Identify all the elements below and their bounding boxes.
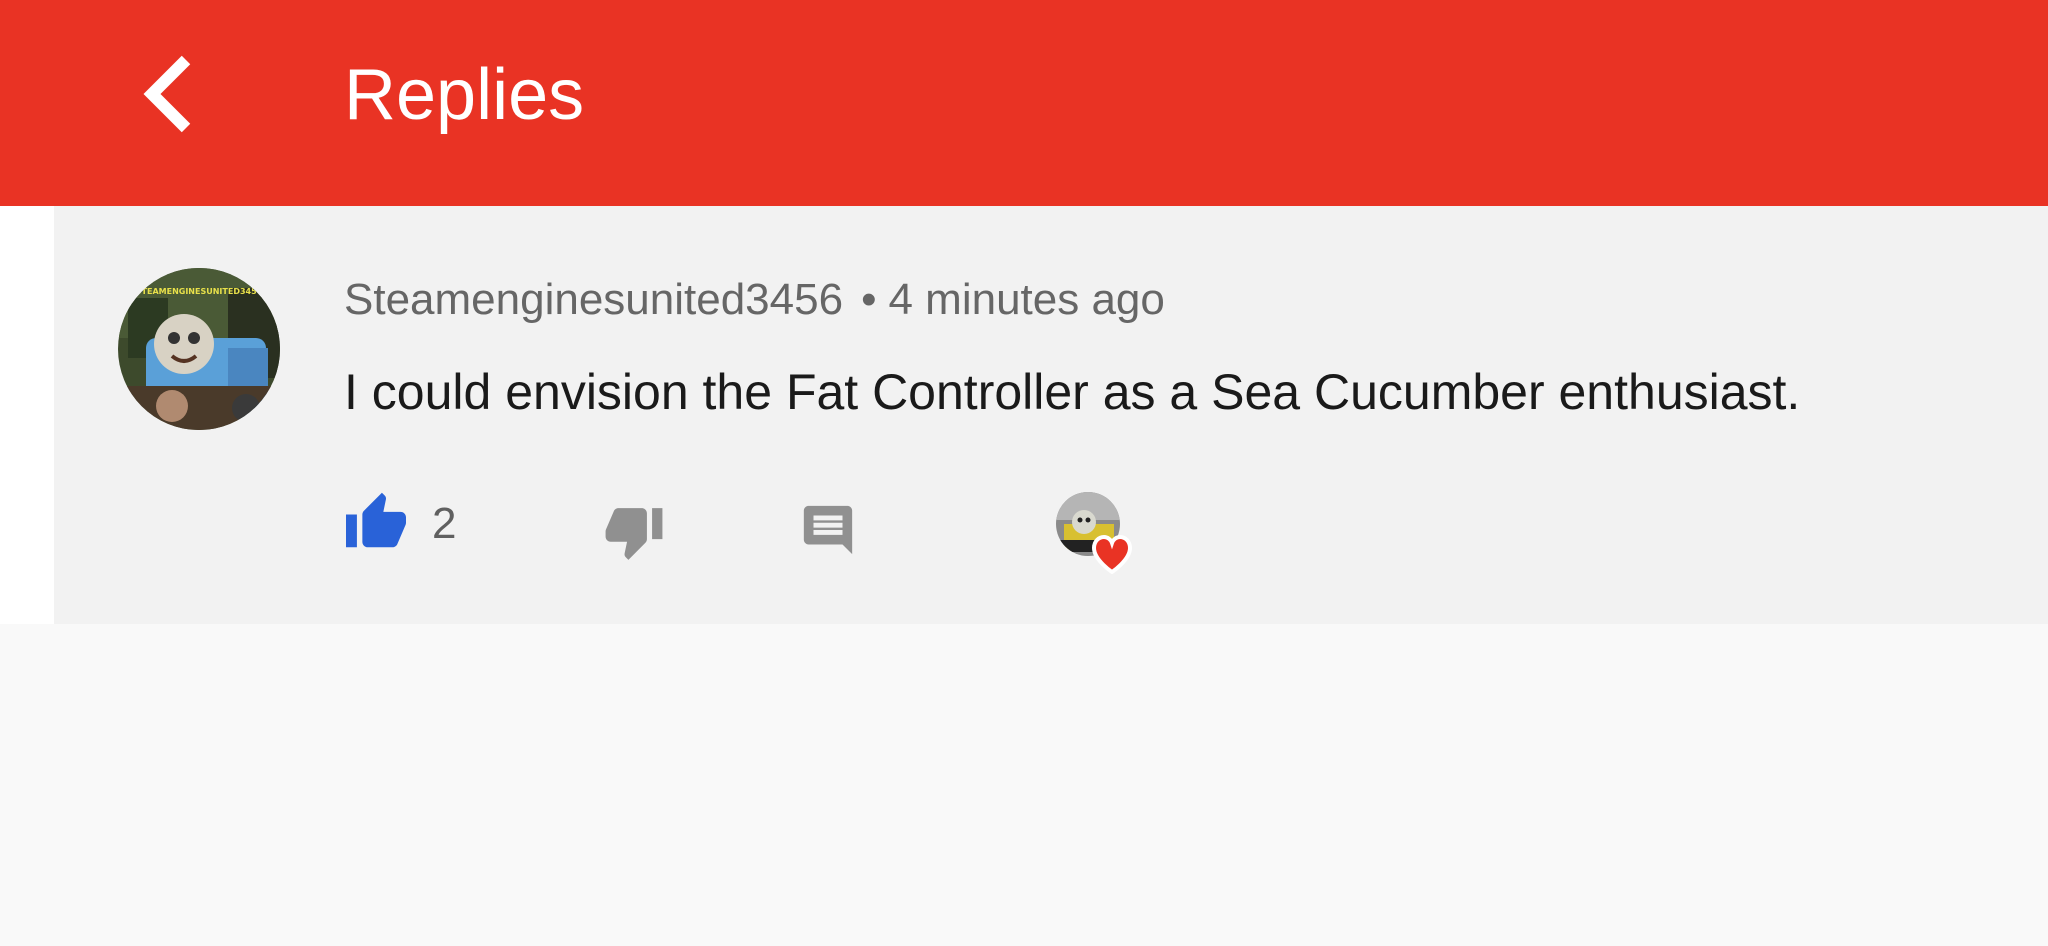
creator-heart-badge bbox=[1054, 490, 1138, 575]
comment-text: I could envision the Fat Controller as a… bbox=[344, 364, 1801, 420]
avatar-image: STEAMENGINESUNITED3456 bbox=[118, 268, 280, 430]
page-title: Replies bbox=[344, 55, 585, 135]
reply-comment-icon bbox=[803, 505, 853, 555]
avatar[interactable]: STEAMENGINESUNITED3456 bbox=[118, 268, 280, 430]
creator-heart-icon bbox=[1091, 534, 1133, 575]
comment-timestamp: 4 minutes ago bbox=[888, 275, 1165, 324]
comment-author[interactable]: Steamenginesunited3456 bbox=[344, 275, 843, 324]
avatar-banner-text: STEAMENGINESUNITED3456 bbox=[136, 287, 263, 296]
left-gutter bbox=[0, 206, 54, 624]
back-button[interactable] bbox=[122, 44, 218, 144]
chevron-left-icon bbox=[143, 55, 191, 133]
like-button[interactable] bbox=[340, 484, 412, 556]
reply-button[interactable] bbox=[794, 496, 862, 564]
app-bar: Replies bbox=[0, 0, 2048, 206]
thumbs-up-icon bbox=[346, 492, 406, 548]
comment-meta: Steamenginesunited3456 • 4 minutes ago bbox=[344, 272, 1165, 328]
creator-avatar bbox=[1056, 492, 1133, 575]
like-count: 2 bbox=[432, 499, 457, 548]
meta-separator: • bbox=[861, 275, 877, 324]
thumbs-down-icon bbox=[605, 508, 663, 560]
dislike-button[interactable] bbox=[600, 500, 668, 568]
